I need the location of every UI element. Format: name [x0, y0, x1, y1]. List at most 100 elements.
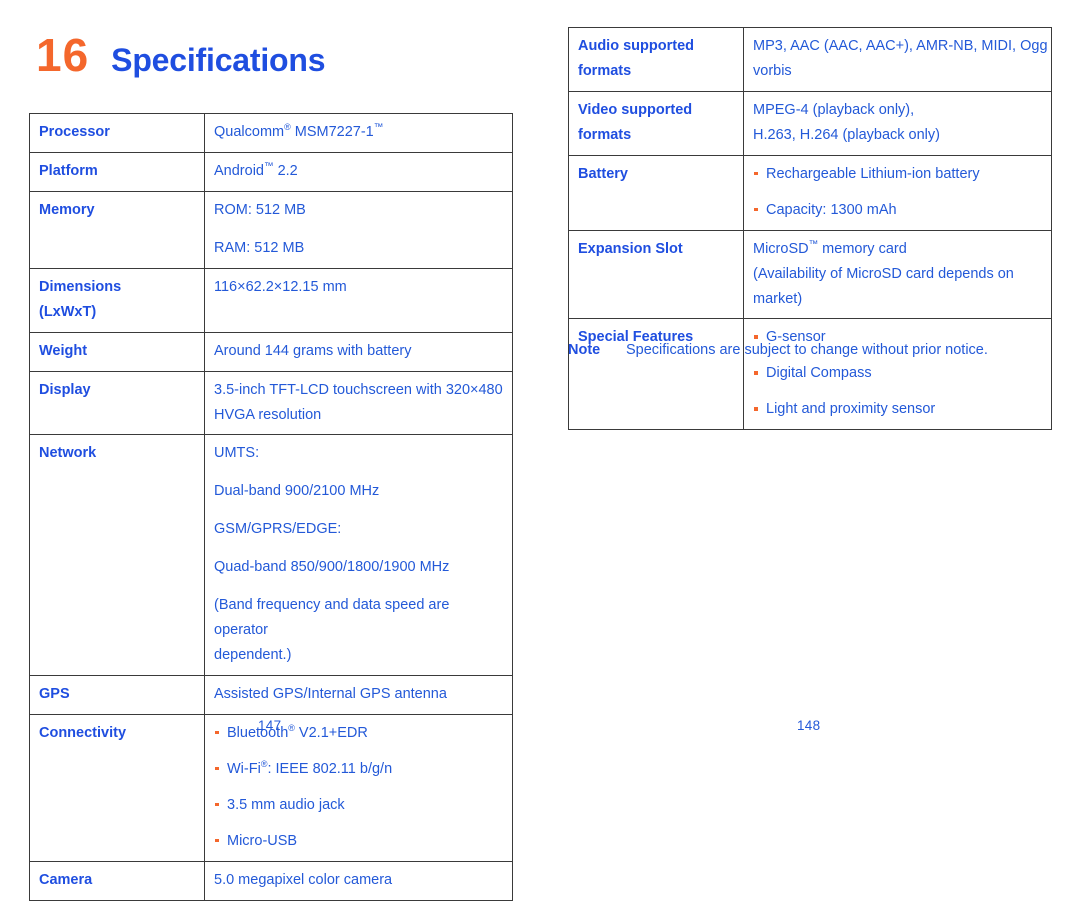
value-line: MicroSD™ memory card — [753, 238, 907, 257]
table-row: Platform Android™ 2.2 — [29, 151, 513, 192]
spec-label-weight: Weight — [29, 331, 205, 372]
trademark-mark-icon: ™ — [808, 238, 819, 250]
spec-value-network: UMTS: Dual-band 900/2100 MHz GSM/GPRS/ED… — [204, 434, 513, 676]
label-text: Network — [39, 445, 97, 462]
table-row: Dimensions (LxWxT) 116×62.2×12.15 mm — [29, 267, 513, 333]
spec-label-display: Display — [29, 370, 205, 436]
table-row: Memory ROM: 512 MB RAM: 512 MB — [29, 190, 513, 269]
value-line: Quad-band 850/900/1800/1900 MHz — [214, 559, 450, 576]
list-item: 3.5 mm audio jack — [214, 793, 503, 818]
label-text: GPS — [39, 686, 70, 702]
table-row: Battery Rechargeable Lithium-ion battery… — [568, 154, 1052, 231]
table-row: Processor Qualcomm® MSM7227-1™ — [29, 113, 513, 153]
spec-label-dimensions: Dimensions (LxWxT) — [29, 267, 205, 333]
spec-label-processor: Processor — [29, 113, 205, 153]
spec-label-memory: Memory — [29, 190, 205, 269]
trademark-mark-icon: ™ — [373, 122, 384, 134]
trademark-mark-icon: ™ — [263, 161, 274, 173]
value-line: Android™ 2.2 — [214, 161, 298, 179]
table-row: Camera 5.0 megapixel color camera — [29, 860, 513, 901]
spec-value-platform: Android™ 2.2 — [204, 151, 513, 192]
spec-label-gps: GPS — [29, 675, 205, 715]
list-item: Light and proximity sensor — [753, 397, 1042, 422]
table-row: Special Features G-sensor Digital Compas… — [568, 318, 1052, 431]
spec-value-display: 3.5-inch TFT-LCD touchscreen with 320×48… — [204, 370, 513, 436]
chapter-number: 16 — [36, 29, 90, 81]
spec-value-processor: Qualcomm® MSM7227-1™ — [204, 113, 513, 153]
registered-mark-icon: ® — [284, 122, 291, 133]
table-row: Video supported formats MPEG-4 (playback… — [568, 90, 1052, 156]
spec-value-camera: 5.0 megapixel color camera — [204, 860, 513, 901]
spec-value-audio-formats: MP3, AAC (AAC, AAC+), AMR-NB, MIDI, Ogg … — [743, 27, 1052, 92]
value-line: 116×62.2×12.15 mm — [214, 278, 347, 295]
value-line: Qualcomm® MSM7227-1™ — [214, 122, 384, 140]
label-text: Connectivity — [39, 724, 127, 741]
registered-mark-icon: ® — [288, 723, 295, 734]
spec-label-video-formats: Video supported formats — [568, 90, 744, 156]
label-text: Dimensions — [39, 278, 122, 295]
document-page: 16 Specifications Processor Qualcomm® MS… — [0, 0, 1080, 901]
list-item: Micro-USB — [214, 829, 503, 854]
list-item: Capacity: 1300 mAh — [753, 198, 1042, 223]
list-item: Wi-Fi®: IEEE 802.11 b/g/n — [214, 757, 503, 782]
label-text-second: formats — [578, 62, 632, 79]
table-row: Display 3.5-inch TFT-LCD touchscreen wit… — [29, 370, 513, 436]
page-title: Specifications — [111, 42, 326, 78]
spec-value-expansion-slot: MicroSD™ memory card (Availability of Mi… — [743, 229, 1052, 320]
chapter-heading: 16 Specifications — [36, 29, 326, 81]
spec-value-battery: Rechargeable Lithium-ion battery Capacit… — [743, 154, 1052, 231]
specifications-table-right: Audio supported formats MP3, AAC (AAC, A… — [568, 27, 1052, 431]
note-text: Specifications are subject to change wit… — [626, 342, 988, 358]
table-row: Expansion Slot MicroSD™ memory card (Ava… — [568, 229, 1052, 320]
label-text: Battery — [578, 165, 628, 182]
right-column: Audio supported formats MP3, AAC (AAC, A… — [568, 27, 1052, 431]
spec-value-connectivity: Bluetooth® V2.1+EDR Wi-Fi®: IEEE 802.11 … — [204, 713, 513, 862]
spec-label-camera: Camera — [29, 860, 205, 901]
bullet-list: Rechargeable Lithium-ion battery Capacit… — [753, 162, 1042, 223]
list-item: Digital Compass — [753, 361, 1042, 386]
spec-value-video-formats: MPEG-4 (playback only), H.263, H.264 (pl… — [743, 90, 1052, 156]
page-number-right: 148 — [797, 718, 821, 733]
left-column: Processor Qualcomm® MSM7227-1™ Platform … — [29, 113, 513, 901]
spec-label-audio-formats: Audio supported formats — [568, 27, 744, 92]
spec-value-special-features: G-sensor Digital Compass Light and proxi… — [743, 318, 1052, 431]
spec-value-dimensions: 116×62.2×12.15 mm — [204, 267, 513, 333]
value-line: MP3, AAC (AAC, AAC+), AMR-NB, MIDI, Ogg — [753, 38, 1048, 54]
value-line: vorbis — [753, 62, 792, 79]
value-line: HVGA resolution — [214, 406, 322, 423]
spec-label-special-features: Special Features — [568, 318, 744, 431]
value-line: 5.0 megapixel color camera — [214, 871, 393, 888]
value-line: (Availability of MicroSD card depends on — [753, 265, 1014, 282]
label-text: Weight — [39, 342, 88, 359]
label-text: Display — [39, 381, 91, 398]
table-row: GPS Assisted GPS/Internal GPS antenna — [29, 675, 513, 715]
bullet-list: G-sensor Digital Compass Light and proxi… — [753, 325, 1042, 422]
value-line: Dual-band 900/2100 MHz — [214, 483, 380, 500]
spec-label-platform: Platform — [29, 151, 205, 192]
value-line: ROM: 512 MB — [214, 201, 306, 218]
value-line: GSM/GPRS/EDGE: — [214, 521, 342, 538]
spec-label-connectivity: Connectivity — [29, 713, 205, 862]
spec-label-battery: Battery — [568, 154, 744, 231]
specifications-table-left: Processor Qualcomm® MSM7227-1™ Platform … — [29, 113, 513, 901]
bullet-list: Bluetooth® V2.1+EDR Wi-Fi®: IEEE 802.11 … — [214, 721, 503, 854]
table-row: Network UMTS: Dual-band 900/2100 MHz GSM… — [29, 434, 513, 676]
value-line: RAM: 512 MB — [214, 239, 305, 256]
value-line: Around 144 grams with battery — [214, 342, 412, 359]
label-text: Platform — [39, 162, 98, 179]
value-line: 3.5-inch TFT-LCD touchscreen with 320×48… — [214, 381, 503, 398]
label-text: Processor — [39, 124, 110, 140]
value-line: dependent.) — [214, 647, 292, 664]
label-text: Expansion Slot — [578, 240, 683, 257]
registered-mark-icon: ® — [260, 759, 268, 770]
value-line: MPEG-4 (playback only), — [753, 101, 915, 118]
label-text-second: (LxWxT) — [39, 303, 97, 320]
value-line: H.263, H.264 (playback only) — [753, 126, 940, 143]
spec-value-weight: Around 144 grams with battery — [204, 331, 513, 372]
spec-value-gps: Assisted GPS/Internal GPS antenna — [204, 675, 513, 715]
spec-label-network: Network — [29, 434, 205, 676]
label-text-second: formats — [578, 126, 632, 143]
spec-value-memory: ROM: 512 MB RAM: 512 MB — [204, 190, 513, 269]
value-line: Assisted GPS/Internal GPS antenna — [214, 686, 447, 702]
label-text: Video supported — [578, 101, 693, 118]
